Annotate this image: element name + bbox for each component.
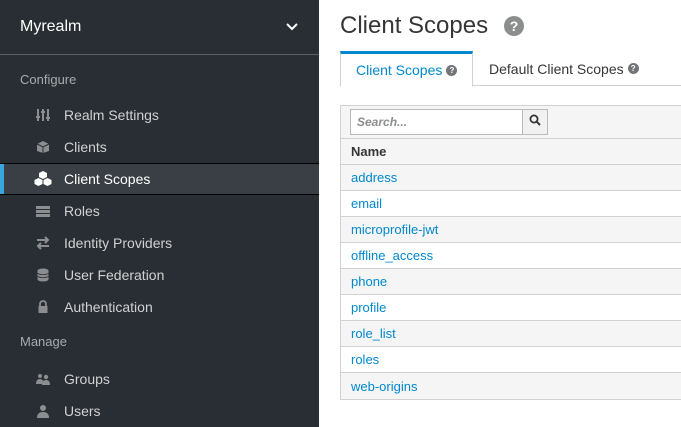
chevron-down-icon [285, 20, 299, 34]
cubes-icon [34, 171, 52, 187]
help-icon[interactable]: ? [627, 63, 639, 74]
exchange-icon [34, 235, 52, 251]
manage-section-title: Manage [20, 334, 67, 349]
user-icon [34, 403, 52, 419]
sidebar-item-clients[interactable]: Clients [0, 131, 319, 163]
scope-link-web-origins[interactable]: web-origins [351, 379, 417, 394]
sidebar-item-label: Groups [64, 371, 110, 387]
sidebar-item-label: User Federation [64, 267, 165, 283]
sidebar-item-label: Client Scopes [64, 171, 151, 187]
table-row: phone [341, 269, 681, 295]
page-title-text: Client Scopes [340, 12, 489, 39]
search-input[interactable] [350, 109, 523, 135]
table-toolbar [341, 106, 681, 139]
table-row: web-origins [341, 373, 681, 399]
tab-label: Client Scopes [356, 62, 443, 78]
table-header-name[interactable]: Name [341, 139, 681, 165]
scope-link-profile[interactable]: profile [351, 300, 386, 315]
cube-icon [34, 139, 52, 155]
users-icon [34, 371, 52, 387]
sidebar: Myrealm Configure Realm Settings Clients… [0, 0, 319, 427]
sidebar-item-identity-providers[interactable]: Identity Providers [0, 227, 319, 259]
table-row: roles [341, 347, 681, 373]
scope-link-role-list[interactable]: role_list [351, 326, 396, 341]
table-row: role_list [341, 321, 681, 347]
table-row: microprofile-jwt [341, 217, 681, 243]
sliders-icon [34, 107, 52, 123]
main-content: Client Scopes ? Client Scopes ? Default … [319, 0, 681, 427]
sidebar-item-label: Users [64, 403, 101, 419]
table-row: email [341, 191, 681, 217]
scope-link-address[interactable]: address [351, 170, 397, 185]
sidebar-item-roles[interactable]: Roles [0, 195, 319, 227]
search-button[interactable] [523, 109, 548, 135]
scope-link-phone[interactable]: phone [351, 274, 387, 289]
page-title: Client Scopes ? [340, 12, 525, 40]
sidebar-item-groups[interactable]: Groups [0, 363, 319, 395]
tab-label: Default Client Scopes [489, 60, 624, 77]
sidebar-item-label: Authentication [64, 299, 153, 315]
client-scopes-table: Name address email microprofile-jwt offl… [340, 105, 681, 400]
sidebar-item-realm-settings[interactable]: Realm Settings [0, 99, 319, 131]
help-icon[interactable]: ? [446, 64, 458, 76]
sidebar-item-client-scopes[interactable]: Client Scopes [0, 163, 319, 195]
sidebar-item-users[interactable]: Users [0, 395, 319, 427]
manage-nav: Groups Users [0, 363, 319, 427]
sidebar-item-label: Identity Providers [64, 235, 173, 251]
table-body: address email microprofile-jwt offline_a… [341, 165, 681, 399]
search-icon [529, 113, 541, 131]
configure-section-title: Configure [20, 72, 77, 87]
sidebar-item-label: Realm Settings [64, 107, 159, 123]
scope-link-microprofile-jwt[interactable]: microprofile-jwt [351, 222, 438, 237]
table-row: profile [341, 295, 681, 321]
sidebar-item-label: Roles [64, 203, 100, 219]
realm-name: Myrealm [20, 18, 82, 35]
sidebar-item-user-federation[interactable]: User Federation [0, 259, 319, 291]
sidebar-item-authentication[interactable]: Authentication [0, 291, 319, 323]
tab-client-scopes[interactable]: Client Scopes ? [340, 51, 473, 87]
realm-selector[interactable]: Myrealm [0, 0, 319, 55]
scope-link-roles[interactable]: roles [351, 352, 379, 367]
configure-nav: Realm Settings Clients Client Scopes Rol… [0, 99, 319, 323]
scope-link-email[interactable]: email [351, 196, 382, 211]
lock-icon [34, 299, 52, 315]
tab-default-client-scopes[interactable]: Default Client Scopes ? [489, 51, 639, 86]
list-icon [34, 203, 52, 219]
tab-bar: Client Scopes ? Default Client Scopes ? [340, 51, 681, 87]
table-row: address [341, 165, 681, 191]
table-row: offline_access [341, 243, 681, 269]
database-icon [34, 267, 52, 283]
help-icon[interactable]: ? [504, 16, 525, 36]
sidebar-item-label: Clients [64, 139, 107, 155]
search-group [350, 109, 548, 135]
scope-link-offline-access[interactable]: offline_access [351, 248, 433, 263]
